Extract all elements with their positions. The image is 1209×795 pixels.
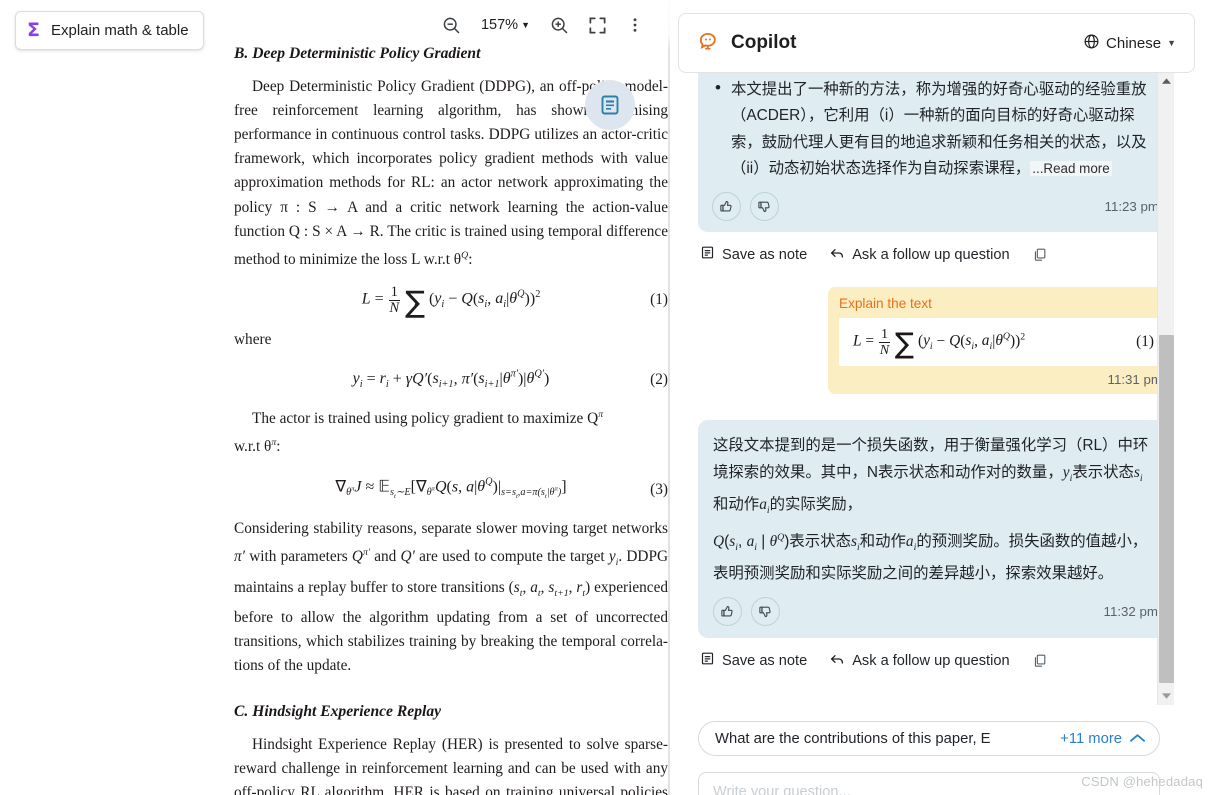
message-timestamp: 11:32 pm bbox=[1104, 604, 1158, 619]
language-value: Chinese bbox=[1106, 35, 1161, 52]
pdf-equation-1: L = 1N ∑i (yi − Q(si, ai|θQ))2 (1) bbox=[234, 283, 668, 318]
thumbs-up-icon[interactable] bbox=[713, 597, 742, 626]
message-timestamp: 11:23 pm bbox=[1105, 199, 1159, 214]
pdf-equation-2-number: (2) bbox=[650, 368, 668, 392]
copilot-header: Copilot Chinese ▼ bbox=[678, 13, 1195, 73]
thumbs-down-icon[interactable] bbox=[751, 597, 780, 626]
reply-arrow-icon bbox=[829, 651, 845, 671]
user-message-kicker: Explain the text bbox=[839, 296, 1162, 311]
pdf-page-previous: plicitly based ploration [26, ward. In [… bbox=[0, 0, 112, 795]
user-message-formula: L = 1N ∑i (yi − Q(si, ai|θQ))2 (1) bbox=[839, 318, 1162, 367]
read-more-link[interactable]: ...Read more bbox=[1030, 161, 1111, 176]
suggested-questions-bar[interactable]: What are the contributions of this paper… bbox=[698, 721, 1160, 756]
user-message-bubble: Explain the text L = 1N ∑i (yi − Q(si, a… bbox=[828, 287, 1173, 395]
scroll-down-arrow-icon[interactable] bbox=[1158, 688, 1175, 705]
note-icon bbox=[700, 651, 715, 670]
scrollbar-thumb[interactable] bbox=[1159, 335, 1174, 683]
pdf-equation-1-number: (1) bbox=[650, 288, 668, 312]
thumbs-down-icon[interactable] bbox=[750, 192, 779, 221]
copy-icon[interactable] bbox=[1032, 247, 1047, 262]
ask-follow-up-label: Ask a follow up question bbox=[852, 247, 1009, 263]
assistant-bullet-list: 本文提出了一种新的方法，称为增强的好奇心驱动的经验重放（ACDER），它利用（i… bbox=[712, 77, 1159, 183]
pdf-equation-2: yi = ri + γQ′(si+1, π′(si+1|θπ′)|θQ′) (2… bbox=[234, 363, 668, 398]
assistant-message-bubble: 本文提出了一种新的方法，称为增强的好奇心驱动的经验重放（ACDER），它利用（i… bbox=[698, 73, 1173, 232]
chevron-down-icon: ▼ bbox=[1167, 38, 1176, 48]
app-root: plicitly based ploration [26, ward. In [… bbox=[0, 0, 1209, 795]
reply-arrow-icon bbox=[829, 245, 845, 265]
user-message-timestamp: 11:31 pm bbox=[839, 372, 1162, 387]
copilot-chat-scroll[interactable]: 本文提出了一种新的方法，称为增强的好奇心驱动的经验重放（ACDER），它利用（i… bbox=[678, 73, 1195, 705]
copilot-panel: Copilot Chinese ▼ 本文提出了一种新的方法，称为增强的好奇 bbox=[670, 0, 1209, 795]
pdf-where-label: where bbox=[234, 328, 668, 352]
copilot-title: Copilot bbox=[731, 32, 796, 54]
zoom-level-dropdown[interactable]: 157% ▼ bbox=[476, 13, 535, 37]
sigma-icon: Σ bbox=[27, 21, 40, 40]
save-as-note-label: Save as note bbox=[722, 247, 807, 263]
pdf-main-column: B. Deep Deterministic Policy Gradient De… bbox=[234, 42, 668, 795]
show-more-suggestions-button[interactable]: +11 more bbox=[1060, 731, 1145, 747]
note-icon bbox=[700, 245, 715, 264]
pdf-viewer-pane: plicitly based ploration [26, ward. In [… bbox=[0, 0, 670, 795]
message-input[interactable] bbox=[713, 784, 1145, 795]
feedback-row: 11:32 pm bbox=[713, 597, 1158, 632]
ask-follow-up-button[interactable]: Ask a follow up question bbox=[829, 245, 1009, 265]
ask-follow-up-label: Ask a follow up question bbox=[852, 653, 1009, 669]
thumbs-up-icon[interactable] bbox=[712, 192, 741, 221]
pdf-section-heading-c: C. Hindsight Experience Replay bbox=[234, 700, 668, 724]
save-as-note-button[interactable]: Save as note bbox=[700, 651, 807, 670]
globe-icon bbox=[1083, 33, 1100, 54]
zoom-out-icon[interactable] bbox=[435, 8, 469, 42]
more-vertical-icon[interactable] bbox=[618, 8, 652, 42]
pdf-equation-3-number: (3) bbox=[650, 478, 668, 502]
save-as-note-label: Save as note bbox=[722, 653, 807, 669]
save-as-note-button[interactable]: Save as note bbox=[700, 245, 807, 264]
assistant-explanation-text: 这段文本提到的是一个损失函数，用于衡量强化学习（RL）中环境探索的效果。其中，N… bbox=[713, 433, 1158, 587]
user-formula-number: (1) bbox=[1136, 333, 1154, 351]
pdf-paragraph-actor: The actor is trained using policy gradie… bbox=[234, 403, 668, 459]
copilot-scrollbar[interactable] bbox=[1157, 73, 1174, 705]
assistant-message-bubble: 这段文本提到的是一个损失函数，用于衡量强化学习（RL）中环境探索的效果。其中，N… bbox=[698, 420, 1173, 637]
ask-follow-up-button[interactable]: Ask a follow up question bbox=[829, 651, 1009, 671]
suggested-question-text: What are the contributions of this paper… bbox=[715, 731, 1060, 747]
note-document-icon[interactable] bbox=[585, 80, 635, 130]
copilot-chat-icon bbox=[697, 29, 720, 57]
watermark: CSDN @hehedadaq bbox=[1081, 774, 1203, 789]
fullscreen-icon[interactable] bbox=[580, 8, 614, 42]
zoom-in-icon[interactable] bbox=[542, 8, 576, 42]
message-actions-row: Save as note Ask a follow up question bbox=[700, 651, 1171, 671]
message-actions-row: Save as note Ask a follow up question bbox=[700, 245, 1171, 265]
explain-math-table-label: Explain math & table bbox=[51, 22, 189, 39]
pdf-equation-3: ∇θπJ ≈ 𝔼st∼E[∇θπQ(s, a|θQ)|s=st,a=π(st|θ… bbox=[234, 471, 668, 510]
copy-icon[interactable] bbox=[1032, 653, 1047, 668]
zoom-level-value: 157% bbox=[481, 17, 518, 33]
feedback-row: 11:23 pm bbox=[712, 192, 1159, 227]
chevron-up-icon bbox=[1130, 731, 1145, 747]
show-more-label: +11 more bbox=[1060, 731, 1122, 747]
explain-math-table-tooltip[interactable]: Σ Explain math & table bbox=[15, 11, 204, 50]
pdf-paragraph-her: Hindsight Experience Replay (HER) is pre… bbox=[234, 733, 668, 795]
scroll-up-arrow-icon[interactable] bbox=[1158, 73, 1175, 90]
chevron-down-icon: ▼ bbox=[521, 20, 530, 30]
pdf-page-current: B. Deep Deterministic Policy Gradient De… bbox=[112, 0, 670, 795]
language-selector[interactable]: Chinese ▼ bbox=[1083, 33, 1176, 54]
pdf-paragraph-stability: Considering stability reasons, separate … bbox=[234, 517, 668, 678]
